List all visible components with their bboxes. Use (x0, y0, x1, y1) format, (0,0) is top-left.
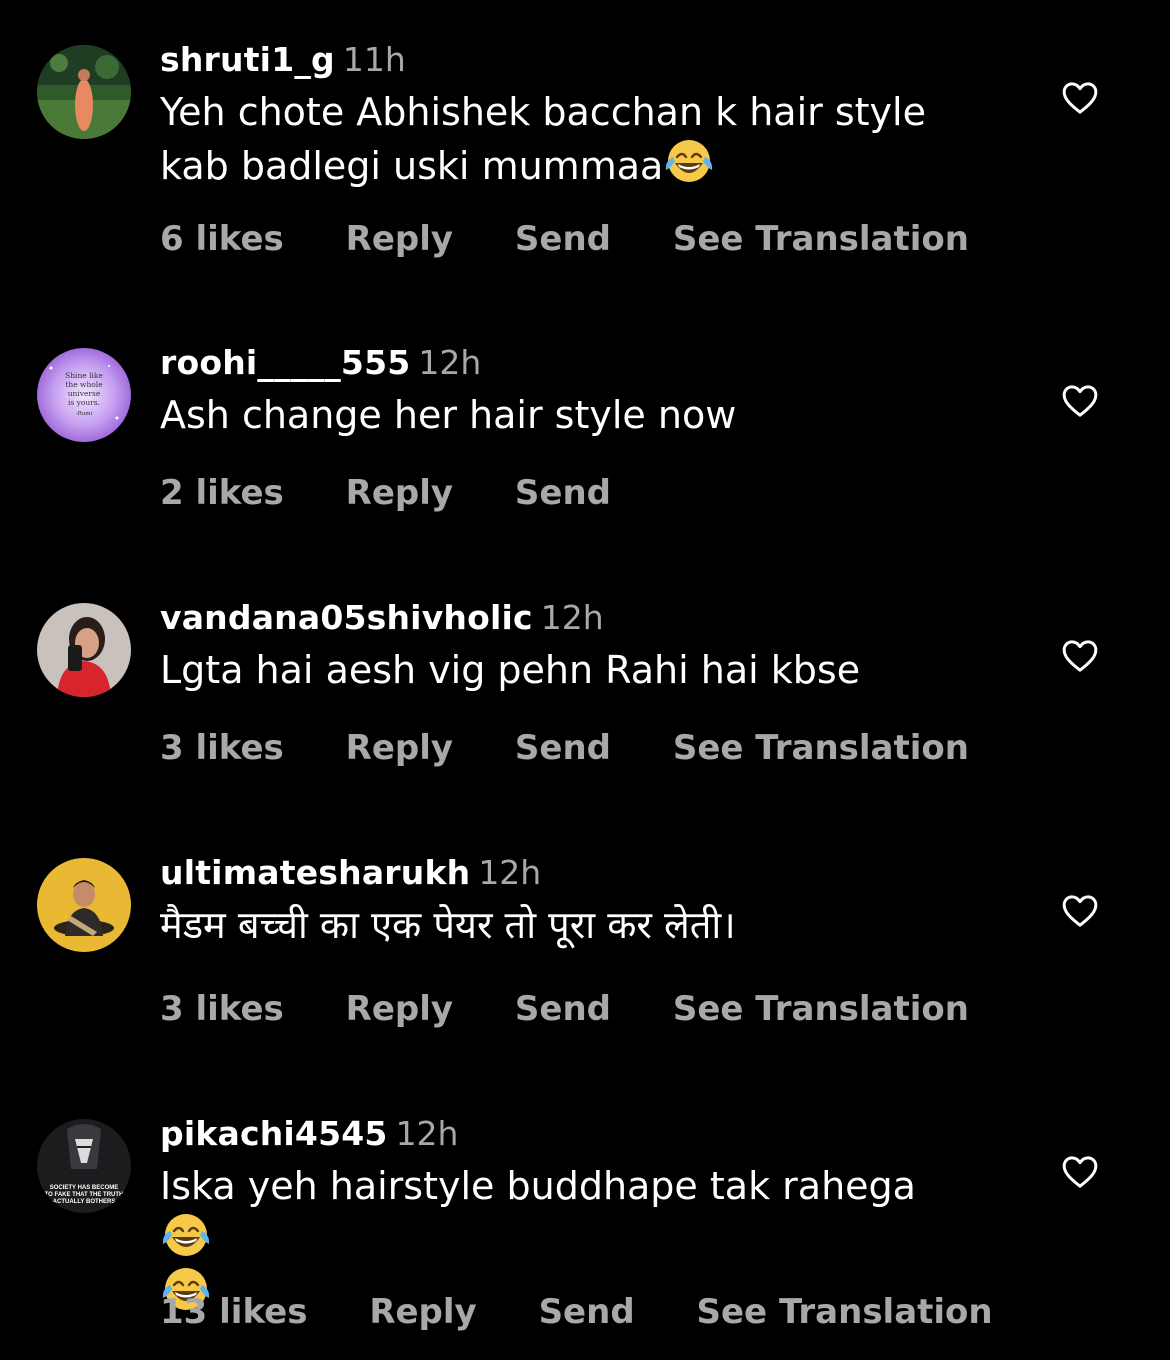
avatar[interactable] (37, 603, 131, 697)
comment-body: Ash change her hair style now (160, 393, 737, 437)
likes-count[interactable]: 2 likes (160, 473, 284, 513)
avatar-quote-line: is yours. (68, 398, 100, 407)
timestamp: 12h (395, 1114, 459, 1153)
send-button[interactable]: Send (515, 989, 611, 1029)
username[interactable]: vandana05shivholic (160, 598, 533, 637)
like-heart-icon[interactable] (1060, 381, 1100, 421)
comment-header: ultimatesharukh 12h (160, 853, 541, 893)
likes-count[interactable]: 3 likes (160, 989, 284, 1029)
like-heart-icon[interactable] (1060, 636, 1100, 676)
comment-header: shruti1_g 11h (160, 40, 406, 80)
timestamp: 12h (540, 598, 604, 637)
comment-item: SOCIETY HAS BECOME TO FAKE THAT THE TRUT… (0, 1114, 1170, 1344)
username[interactable]: roohi_____555 (160, 343, 410, 382)
comment-item: vandana05shivholic 12h Lgta hai aesh vig … (0, 598, 1170, 778)
comment-body: Yeh chote Abhishek bacchan k hair style … (160, 90, 926, 188)
comment-body: Lgta hai aesh vig pehn Rahi hai kbse (160, 648, 861, 692)
comment-actions: 13 likes Reply Send See Translation (160, 1292, 1043, 1332)
see-translation-button[interactable]: See Translation (673, 219, 969, 259)
comment-header: vandana05shivholic 12h (160, 598, 604, 638)
comment-actions: 6 likes Reply Send See Translation (160, 219, 1019, 259)
avatar[interactable] (37, 45, 131, 139)
timestamp: 12h (478, 853, 542, 892)
see-translation-button[interactable]: See Translation (673, 989, 969, 1029)
comment-text: Lgta hai aesh vig pehn Rahi hai kbse (160, 646, 980, 695)
avatar-image: Shine like the whole universe is yours. … (37, 348, 131, 442)
username[interactable]: ultimatesharukh (160, 853, 470, 892)
see-translation-button[interactable]: See Translation (697, 1292, 993, 1332)
avatar-quote-line: the whole (65, 380, 103, 389)
tears-of-joy-emoji-icon (160, 1211, 212, 1259)
comment-item: Shine like the whole universe is yours. … (0, 343, 1170, 523)
avatar-image (37, 603, 131, 697)
see-translation-button[interactable]: See Translation (673, 728, 969, 768)
tears-of-joy-emoji-icon (663, 137, 715, 185)
comment-body: मैडम बच्ची का एक पेयर तो पूरा कर लेती। (160, 903, 736, 947)
reply-button[interactable]: Reply (346, 989, 453, 1029)
likes-count[interactable]: 6 likes (160, 219, 284, 259)
avatar[interactable]: Shine like the whole universe is yours. … (37, 348, 131, 442)
reply-button[interactable]: Reply (369, 1292, 476, 1332)
comment-text: Yeh chote Abhishek bacchan k hair style … (160, 88, 980, 191)
like-heart-icon[interactable] (1060, 1152, 1100, 1192)
avatar-quote-line: universe (68, 389, 101, 398)
comment-text: Ash change her hair style now (160, 391, 980, 440)
comment-actions: 2 likes Reply Send (160, 473, 661, 513)
comment-item: shruti1_g 11h Yeh chote Abhishek bacchan … (0, 40, 1170, 270)
comment-list: shruti1_g 11h Yeh chote Abhishek bacchan … (0, 0, 1170, 1360)
send-button[interactable]: Send (515, 728, 611, 768)
send-button[interactable]: Send (515, 219, 611, 259)
avatar-image (37, 45, 131, 139)
avatar-quote-line: Shine like (65, 371, 103, 380)
comment-actions: 3 likes Reply Send See Translation (160, 728, 1019, 768)
avatar[interactable] (37, 858, 131, 952)
likes-count[interactable]: 13 likes (160, 1292, 307, 1332)
send-button[interactable]: Send (539, 1292, 635, 1332)
like-heart-icon[interactable] (1060, 78, 1100, 118)
avatar-poster-line: TO FAKE THAT THE TRUTH (45, 1192, 124, 1198)
reply-button[interactable]: Reply (346, 473, 453, 513)
send-button[interactable]: Send (515, 473, 611, 513)
comment-text: मैडम बच्ची का एक पेयर तो पूरा कर लेती। (160, 901, 980, 950)
comment-item: ultimatesharukh 12h मैडम बच्ची का एक पेयर… (0, 853, 1170, 1033)
avatar-poster-line: ACTUALLY BOTHERS (53, 1199, 116, 1205)
avatar-image: SOCIETY HAS BECOME TO FAKE THAT THE TRUT… (37, 1119, 131, 1213)
username[interactable]: pikachi4545 (160, 1114, 388, 1153)
comment-header: pikachi4545 12h (160, 1114, 458, 1154)
username[interactable]: shruti1_g (160, 40, 335, 79)
comment-body: Iska yeh hairstyle buddhape tak rahega (160, 1164, 916, 1208)
avatar-image (37, 858, 131, 952)
timestamp: 12h (418, 343, 482, 382)
timestamp: 11h (342, 40, 406, 79)
likes-count[interactable]: 3 likes (160, 728, 284, 768)
avatar[interactable]: SOCIETY HAS BECOME TO FAKE THAT THE TRUT… (37, 1119, 131, 1213)
like-heart-icon[interactable] (1060, 891, 1100, 931)
avatar-quote-author: -Rumi (76, 411, 93, 417)
reply-button[interactable]: Reply (346, 728, 453, 768)
comment-header: roohi_____555 12h (160, 343, 481, 383)
avatar-poster-line: SOCIETY HAS BECOME (50, 1185, 119, 1191)
comment-actions: 3 likes Reply Send See Translation (160, 989, 1019, 1029)
reply-button[interactable]: Reply (346, 219, 453, 259)
